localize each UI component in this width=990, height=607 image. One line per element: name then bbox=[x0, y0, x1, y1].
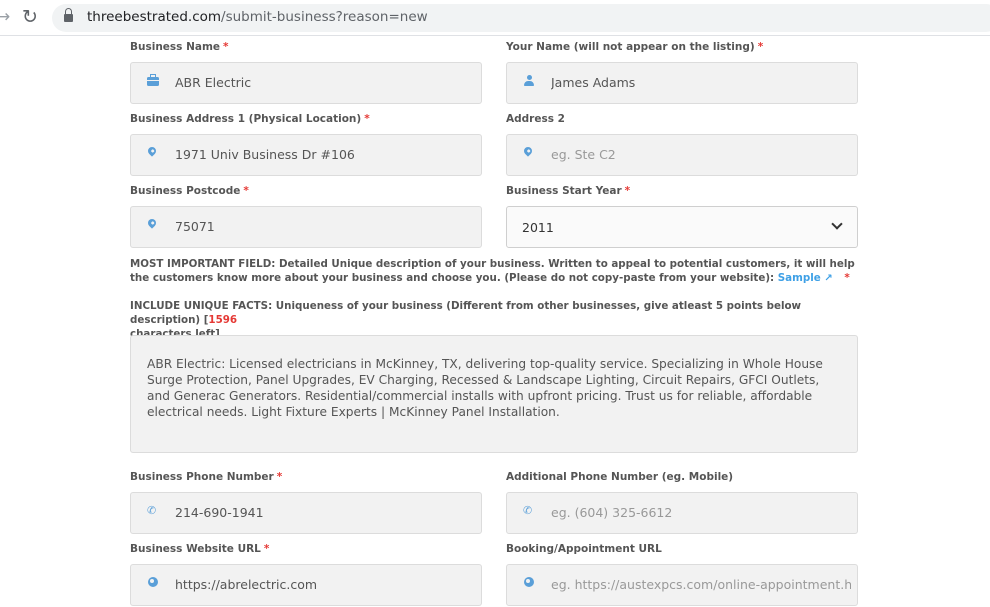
additional-phone-label: Additional Phone Number (eg. Mobile) bbox=[506, 471, 734, 483]
description-instructions: MOST IMPORTANT FIELD: Detailed Unique de… bbox=[130, 257, 860, 286]
reload-icon[interactable]: ↻ bbox=[22, 6, 38, 28]
address2-input[interactable] bbox=[551, 147, 851, 162]
address1-input[interactable] bbox=[175, 147, 475, 162]
globe-icon bbox=[524, 577, 534, 587]
location-pin-icon bbox=[146, 217, 158, 229]
website-label: Business Website URL * bbox=[130, 543, 270, 555]
additional-phone-field[interactable]: ✆ bbox=[506, 492, 858, 534]
description-text[interactable]: ABR Electric: Licensed electricians in M… bbox=[147, 356, 845, 420]
your-name-field[interactable] bbox=[506, 62, 858, 104]
start-year-label: Business Start Year * bbox=[506, 185, 631, 197]
url-text[interactable]: threebestrated.com/submit-business?reaso… bbox=[87, 9, 428, 25]
required-mark: * bbox=[844, 272, 850, 284]
business-name-input[interactable] bbox=[175, 75, 475, 90]
phone-icon: ✆ bbox=[523, 504, 533, 517]
your-name-label: Your Name (will not appear on the listin… bbox=[506, 41, 764, 53]
address-bar[interactable]: threebestrated.com/submit-business?reaso… bbox=[52, 4, 990, 32]
phone-input[interactable] bbox=[175, 505, 475, 520]
booking-input[interactable] bbox=[551, 577, 851, 592]
user-icon bbox=[524, 75, 534, 87]
start-year-value: 2011 bbox=[522, 220, 554, 235]
chevron-down-icon bbox=[831, 218, 843, 230]
phone-icon: ✆ bbox=[147, 504, 157, 517]
browser-toolbar: → ↻ threebestrated.com/submit-business?r… bbox=[0, 0, 990, 36]
address1-field[interactable] bbox=[130, 134, 482, 176]
phone-label: Business Phone Number * bbox=[130, 471, 283, 483]
website-input[interactable] bbox=[175, 577, 475, 592]
postcode-field[interactable] bbox=[130, 206, 482, 248]
address2-label: Address 2 bbox=[506, 113, 565, 125]
business-name-field[interactable] bbox=[130, 62, 482, 104]
postcode-label: Business Postcode * bbox=[130, 185, 249, 197]
globe-icon bbox=[148, 577, 158, 587]
important-note: MOST IMPORTANT FIELD: Detailed Unique de… bbox=[130, 258, 855, 284]
external-link-icon: ↗ bbox=[824, 273, 833, 284]
additional-phone-input[interactable] bbox=[551, 505, 851, 520]
address2-field[interactable] bbox=[506, 134, 858, 176]
sample-link[interactable]: Sample ↗ bbox=[778, 272, 833, 284]
start-year-select[interactable]: 2011 bbox=[506, 206, 858, 248]
website-field[interactable] bbox=[130, 564, 482, 606]
forward-arrow-icon[interactable]: → bbox=[0, 6, 10, 28]
url-host: threebestrated.com bbox=[87, 9, 222, 25]
url-path: /submit-business?reason=new bbox=[221, 9, 428, 25]
address1-label: Business Address 1 (Physical Location) * bbox=[130, 113, 370, 125]
your-name-input[interactable] bbox=[551, 75, 851, 90]
location-pin-icon bbox=[522, 145, 534, 157]
business-name-label: Business Name * bbox=[130, 41, 229, 53]
phone-field[interactable]: ✆ bbox=[130, 492, 482, 534]
booking-field[interactable] bbox=[506, 564, 858, 606]
briefcase-icon bbox=[147, 74, 159, 86]
location-pin-icon bbox=[146, 145, 158, 157]
chars-left-count: 1596 bbox=[208, 314, 238, 326]
lock-icon[interactable] bbox=[64, 8, 73, 23]
postcode-input[interactable] bbox=[175, 219, 475, 234]
description-textarea[interactable]: ABR Electric: Licensed electricians in M… bbox=[130, 335, 858, 453]
booking-label: Booking/Appointment URL bbox=[506, 543, 662, 555]
